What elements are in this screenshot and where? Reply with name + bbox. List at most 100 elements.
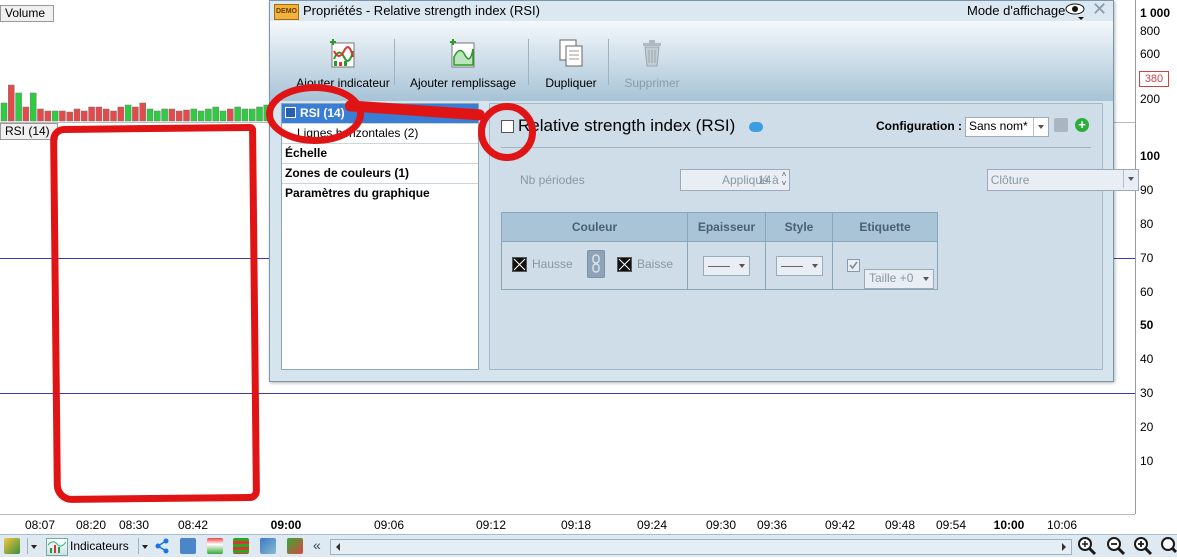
- indicators-icon: [46, 538, 68, 556]
- volume-bar: [139, 102, 146, 122]
- rsi-axis-tick: 100: [1140, 149, 1161, 163]
- volume-bar: [190, 108, 198, 122]
- tree-item-label: Zones de couleurs (1): [285, 166, 410, 180]
- indicators-dropdown-arrow[interactable]: [138, 538, 151, 554]
- rsi-axis-tick: 70: [1140, 251, 1154, 265]
- add-config-icon[interactable]: +: [1075, 118, 1089, 132]
- time-tick: 10:06: [1046, 518, 1078, 532]
- comment-icon[interactable]: [180, 538, 196, 554]
- volume-bar: [73, 108, 81, 122]
- demo-badge-text: DEMO: [276, 8, 297, 15]
- volume-bar: [205, 108, 212, 122]
- delete-button[interactable]: Supprimer: [616, 37, 688, 90]
- volume-bar: [146, 108, 154, 122]
- configuration-select[interactable]: Sans nom*: [965, 117, 1049, 137]
- horizontal-scrollbar[interactable]: [330, 539, 1072, 555]
- color-cell: Hausse Baisse: [501, 241, 688, 290]
- chevron-down-icon: [808, 257, 822, 275]
- volume-bar: [161, 108, 168, 122]
- line-style-select[interactable]: [775, 255, 823, 276]
- time-tick: 08:30: [118, 518, 150, 532]
- draw-dropdown-arrow[interactable]: [27, 538, 40, 554]
- volume-axis-tick: 600: [1140, 47, 1161, 61]
- properties-dialog: DEMO Propriétés - Relative strength inde…: [269, 0, 1139, 382]
- chevron-down-icon: [919, 270, 933, 288]
- volume-bar: [95, 106, 103, 122]
- duplicate-label: Dupliquer: [545, 76, 597, 90]
- volume-bar: [234, 106, 241, 122]
- line-sample-icon: [708, 265, 730, 267]
- add-fill-button[interactable]: Ajouter remplissage: [403, 37, 523, 90]
- configuration-value: Sans nom*: [969, 119, 1028, 133]
- indicators-label: Indicateurs: [70, 539, 129, 553]
- indicators-button[interactable]: Indicateurs: [42, 537, 129, 556]
- up-color-swatch[interactable]: [512, 257, 527, 272]
- collapse-left-icon[interactable]: «: [313, 537, 321, 553]
- duplicate-button[interactable]: Dupliquer: [536, 37, 606, 90]
- annotation-circle-tree-item: [266, 84, 364, 144]
- tree-item-color-zones[interactable]: Zones de couleurs (1): [282, 164, 478, 184]
- duplicate-icon: [559, 39, 583, 67]
- volume-bar: [22, 106, 30, 122]
- scroll-left-icon[interactable]: [332, 541, 344, 553]
- add-indicator-button[interactable]: Ajouter indicateur: [288, 37, 398, 90]
- demo-badge: DEMO: [274, 4, 299, 20]
- volume-bar: [88, 106, 95, 122]
- time-tick: 08:20: [75, 518, 107, 532]
- rsi-axis-tick: 40: [1140, 352, 1154, 366]
- label-cell: Taille +0: [832, 241, 938, 290]
- label-checkbox[interactable]: [847, 259, 860, 272]
- rsi-axis-tick: 50: [1140, 318, 1154, 332]
- thickness-select[interactable]: [703, 255, 750, 276]
- applied-to-value: Clôture: [990, 173, 1030, 187]
- column-header-label: Etiquette: [832, 212, 938, 242]
- annotation-circle-checkbox: [478, 103, 536, 161]
- applied-to-select[interactable]: Clôture: [986, 169, 1139, 191]
- volume-bar: [197, 110, 205, 122]
- time-tick: 09:30: [705, 518, 737, 532]
- info-bubble-icon[interactable]: [749, 122, 763, 132]
- order-list-icon[interactable]: [207, 538, 223, 554]
- volume-bar: [124, 104, 132, 122]
- down-color-swatch[interactable]: [617, 257, 632, 272]
- screener-icon[interactable]: [287, 538, 303, 554]
- volume-bar: [219, 110, 227, 122]
- draw-pencil-icon[interactable]: [4, 538, 20, 554]
- dialog-title-bar[interactable]: DEMO Propriétés - Relative strength inde…: [270, 0, 1113, 21]
- label-size-select[interactable]: Taille +0: [864, 268, 934, 289]
- volume-bar: [29, 92, 37, 122]
- rsi-axis-tick: 90: [1140, 183, 1154, 197]
- time-axis[interactable]: 08:07 08:20 08:30 08:42 09:00 09:06 09:1…: [0, 514, 1135, 535]
- style-cell: [765, 241, 833, 290]
- line-sample-icon: [780, 265, 803, 267]
- tree-item-chart-settings[interactable]: Paramètres du graphique: [282, 184, 478, 203]
- time-tick: 09:00: [270, 518, 302, 532]
- volume-bar: [256, 106, 263, 122]
- volume-bar: [183, 109, 190, 122]
- close-icon[interactable]: ✕: [1092, 0, 1107, 20]
- volume-panel-label[interactable]: Volume: [0, 5, 54, 22]
- tree-item-label: Paramètres du graphique: [285, 186, 430, 200]
- time-tick: 09:24: [636, 518, 668, 532]
- column-header-color: Couleur: [501, 212, 688, 242]
- order-book-icon[interactable]: [233, 538, 249, 554]
- configuration-label: Configuration :: [876, 119, 962, 133]
- link-colors-icon[interactable]: [587, 250, 605, 278]
- volume-bar: [175, 110, 183, 122]
- tree-item-scale[interactable]: Échelle: [282, 144, 478, 164]
- delete-label: Supprimer: [624, 76, 680, 90]
- chart-window-icon[interactable]: [260, 538, 276, 554]
- volume-axis-tick: 800: [1140, 24, 1161, 38]
- volume-label-text: Volume: [5, 6, 46, 20]
- dialog-toolbar: Ajouter indicateur Ajouter remplissage D…: [270, 21, 1113, 101]
- display-mode-label[interactable]: Mode d'affichage: [967, 3, 1065, 18]
- volume-bar: [81, 110, 88, 122]
- share-icon[interactable]: [154, 538, 170, 554]
- chevron-down-icon: [1033, 118, 1048, 136]
- price-axis[interactable]: 1 000 800 600 380 200 100 90 80 70 60 50…: [1135, 0, 1177, 514]
- save-icon[interactable]: [1054, 118, 1068, 132]
- volume-bar: [66, 111, 73, 122]
- time-tick: 09:06: [373, 518, 405, 532]
- scroll-right-icon[interactable]: [1058, 541, 1070, 553]
- bottom-toolbar: Indicateurs «: [0, 534, 1177, 557]
